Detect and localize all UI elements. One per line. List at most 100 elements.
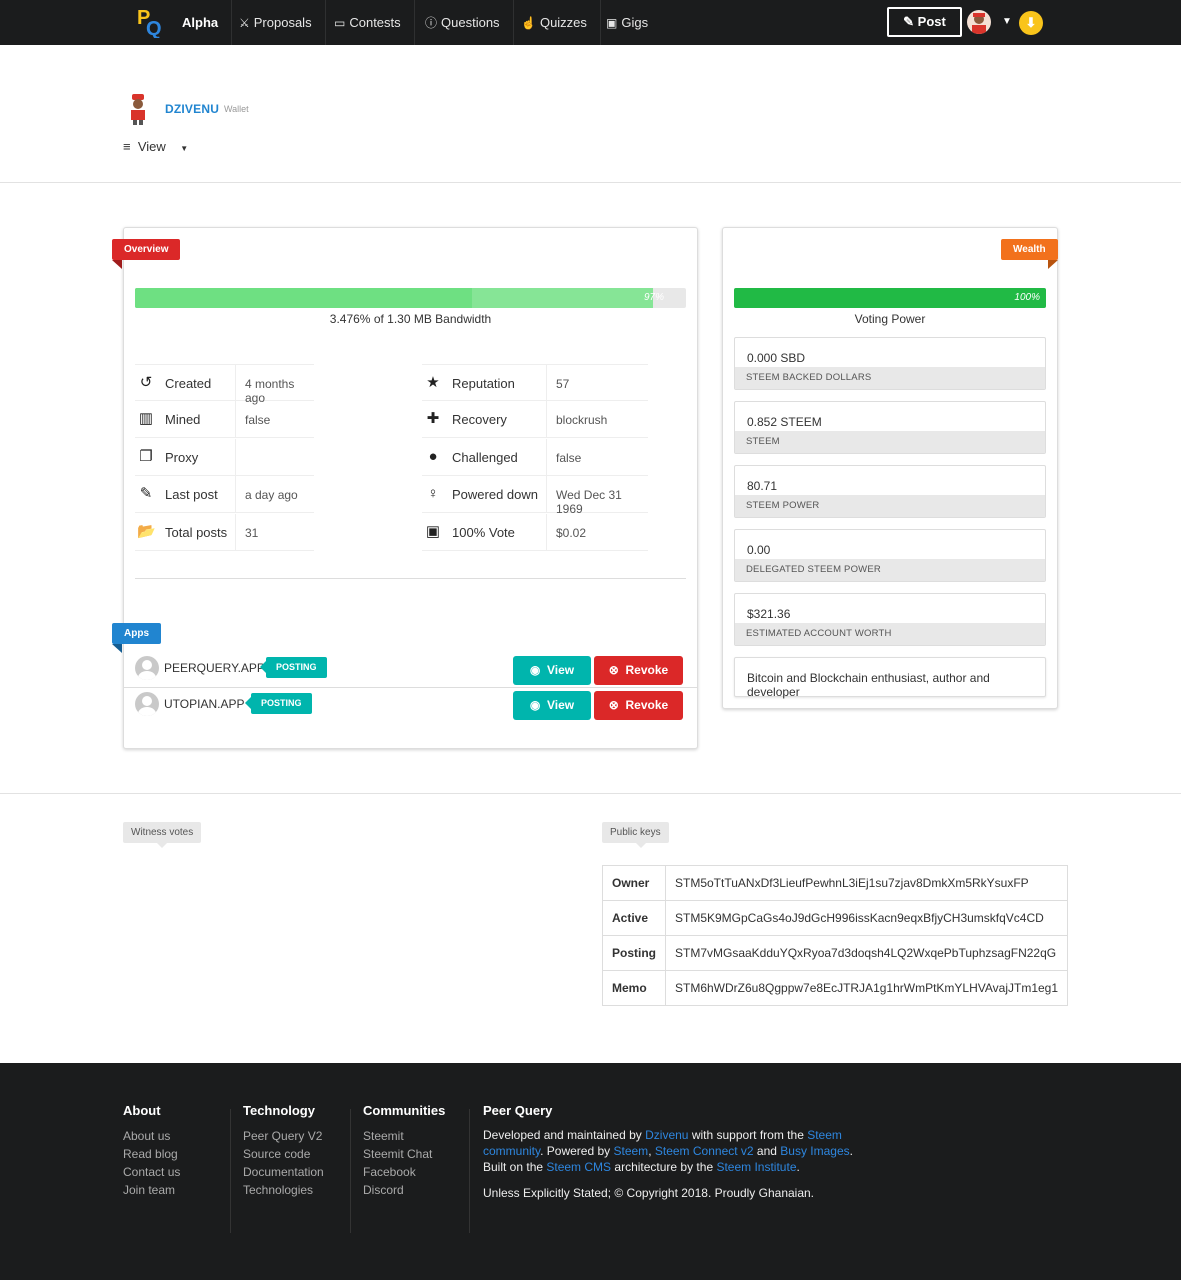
stat-row: ✚ Recovery blockrush [422,401,648,439]
app-row: PEERQUERY.APP POSTING ◉ View ⊗ Revoke [123,652,698,688]
posting-tag: POSTING [260,657,327,678]
link-steem-connect[interactable]: Steem Connect v2 [655,1144,754,1158]
nav-label: Proposals [253,15,312,30]
footer-link[interactable]: Join team [123,1181,180,1199]
folder-open-icon: 📂 [137,522,156,540]
post-button[interactable]: ✎ Post [887,7,962,37]
link-busy-images[interactable]: Busy Images [780,1144,849,1158]
wealth-label: STEEM POWER [735,495,1045,517]
wealth-label: STEEM [735,431,1045,453]
stat-row: ● Challenged false [422,438,648,476]
eye-icon: ◉ [529,698,541,712]
text: architecture by the [611,1160,717,1174]
wealth-label: STEEM BACKED DOLLARS [735,367,1045,389]
revoke-button[interactable]: ⊗ Revoke [594,691,683,720]
gamepad-icon: ▭ [334,16,346,30]
user-avatar[interactable] [967,10,991,34]
stat-separator [235,438,236,476]
key-type: Active [602,900,666,936]
revoke-label: Revoke [625,698,669,712]
footer-link[interactable]: Contact us [123,1163,180,1181]
footer-communities: Communities Steemit Steemit Chat Faceboo… [363,1103,445,1199]
link-dzivenu[interactable]: Dzivenu [645,1128,688,1142]
app-avatar [135,692,159,716]
view-dropdown[interactable]: ≡ View ▼ [123,139,188,154]
pencil-icon: ✎ [139,485,153,503]
bio-text: Bitcoin and Blockchain enthusiast, autho… [747,671,990,699]
footer-link[interactable]: Steemit [363,1127,445,1145]
footer-separator [469,1109,470,1233]
stat-key: 100% Vote [452,524,515,540]
footer-link[interactable]: Documentation [243,1163,324,1181]
stat-key: Mined [165,412,201,428]
wealth-value: 0.00 [747,543,771,557]
witness-votes-tag: Witness votes [123,822,202,848]
view-button[interactable]: ◉ View [513,656,591,685]
bandwidth-text: 3.476% of 1.30 MB Bandwidth [329,312,492,326]
text: with support from the [688,1128,808,1142]
profile-name[interactable]: DZIVENU [165,102,219,116]
wealth-box: 80.71 STEEM POWER [734,465,1046,518]
link-steem[interactable]: Steem [614,1144,649,1158]
nav-questions[interactable]: ⓘ Questions [412,0,514,45]
key-row: Owner STM5oTtTuANxDf3LieufPewhnL3iEj1su7z… [602,865,1068,901]
profile-subtitle: Wallet [224,104,249,114]
steem-coin-icon[interactable]: ⬇ [1019,11,1043,35]
peer-query-logo[interactable]: PQ [136,6,164,40]
footer-link[interactable]: Technologies [243,1181,324,1199]
key-value[interactable]: STM5oTtTuANxDf3LieufPewhnL3iEj1su7zjav8D… [665,865,1068,901]
stat-separator [235,365,236,402]
footer-link[interactable]: Peer Query V2 [243,1127,324,1145]
money-icon: ▣ [606,16,618,30]
public-keys-tag: Public keys [602,822,669,848]
revoke-label: Revoke [625,663,669,677]
stat-row: ▣ 100% Vote $0.02 [422,513,648,551]
footer-link[interactable]: Steemit Chat [363,1145,445,1163]
nav-proposals[interactable]: ⚔ Proposals [226,0,326,45]
nav-label: Quizzes [539,15,587,30]
bandwidth-fill-overlay [135,288,472,308]
nav-gigs[interactable]: ▣ Gigs [593,0,661,45]
nav-label: Contests [349,15,401,30]
key-row: Active STM5K9MGpCaGs4oJ9dGcH996issKacn9eq… [602,900,1068,936]
wealth-value: 0.852 STEEM [747,415,822,429]
nav-contests[interactable]: ▭ Contests [321,0,415,45]
stat-value: 31 [245,525,259,540]
footer-link[interactable]: Facebook [363,1163,445,1181]
footer-separator [230,1109,231,1233]
stat-key: Last post [165,487,218,503]
footer-link[interactable]: Source code [243,1145,324,1163]
footer-link[interactable]: About us [123,1127,180,1145]
profile-header: DZIVENU Wallet ≡ View ▼ [0,45,1181,183]
nav-brand[interactable]: Alpha [169,0,233,45]
hand-pointer-icon: ☝ [521,16,536,30]
link-steem-cms[interactable]: Steem CMS [546,1160,611,1174]
stat-separator [546,438,547,476]
footer-communities-title: Communities [363,1103,446,1118]
key-value[interactable]: STM5K9MGpCaGs4oJ9dGcH996issKacn9eqxBfjyC… [665,900,1068,936]
app-name: PEERQUERY.APP [164,661,265,675]
fire-extinguisher-icon: ♀ [427,485,439,503]
revoke-button[interactable]: ⊗ Revoke [594,656,683,685]
footer-link[interactable]: Discord [363,1181,445,1199]
stat-separator [235,476,236,514]
question-circle-icon: ⓘ [425,16,438,30]
chevron-down-icon[interactable]: ▼ [1002,16,1012,27]
stat-separator [235,401,236,439]
wealth-label: ESTIMATED ACCOUNT WORTH [735,623,1045,645]
app-name: UTOPIAN.APP [164,697,245,711]
money-bill-icon: ▣ [425,522,441,540]
key-value[interactable]: STM6hWDrZ6u8Qgppw7e8EcJTRJA1g1hrWmPtKmYL… [665,970,1068,1006]
nav-quizzes[interactable]: ☝ Quizzes [508,0,601,45]
key-type: Memo [602,970,666,1006]
view-button[interactable]: ◉ View [513,691,591,720]
link-steem-institute[interactable]: Steem Institute [716,1160,796,1174]
view-label: View [547,698,575,712]
key-type: Posting [602,935,666,971]
text: . [796,1160,800,1174]
app-row: UTOPIAN.APP POSTING ◉ View ⊗ Revoke [123,688,698,724]
post-label: Post [917,14,946,29]
key-value[interactable]: STM7vMGsaaKdduYQxRyoa7d3doqsh4LQ2WxqePbT… [665,935,1068,971]
footer-link[interactable]: Read blog [123,1145,180,1163]
footer-peer-query: Peer Query Developed and maintained by D… [483,1103,878,1200]
